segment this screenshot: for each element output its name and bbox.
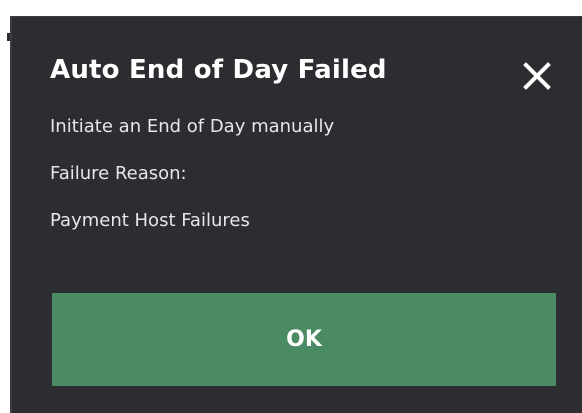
close-button[interactable] [520,59,554,93]
dialog-title: Auto End of Day Failed [50,55,387,85]
dialog-message: Initiate an End of Day manually [50,116,335,137]
ok-button[interactable]: OK [52,293,556,386]
failure-reason-value: Payment Host Failures [50,210,250,231]
screen: Auto End of Day Failed Initiate an End o… [0,0,582,413]
error-dialog: Auto End of Day Failed Initiate an End o… [10,16,582,413]
close-icon [523,62,551,90]
failure-reason-label: Failure Reason: [50,163,187,184]
